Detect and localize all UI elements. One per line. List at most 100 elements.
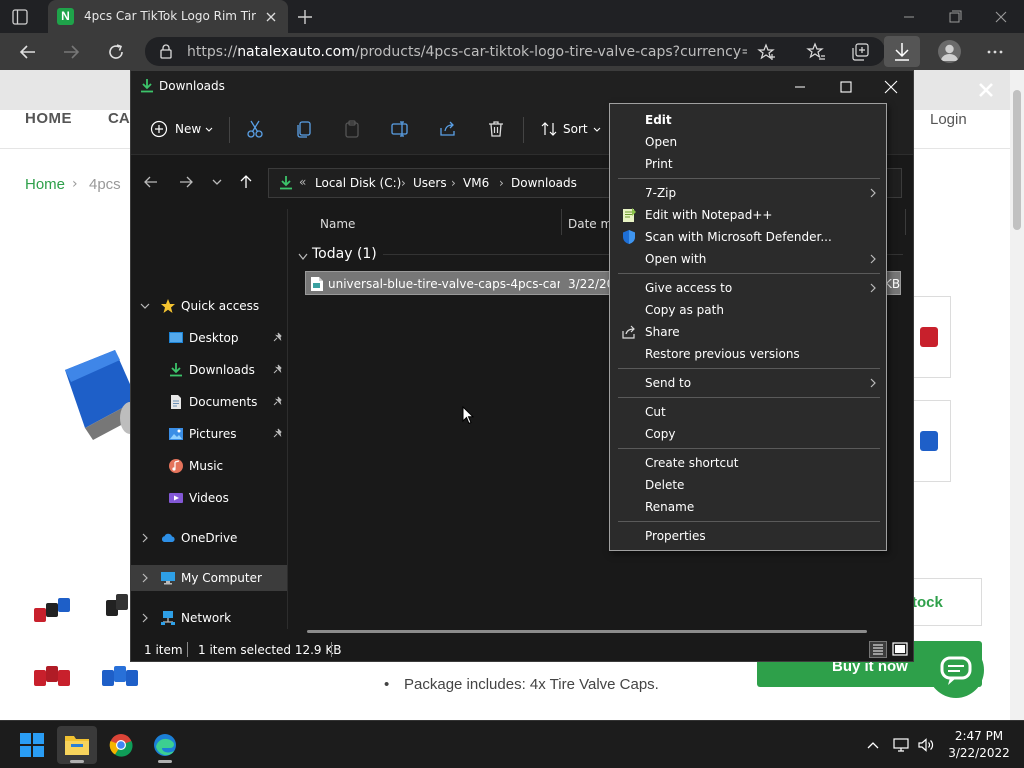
collections-icon[interactable] bbox=[849, 41, 871, 63]
menu-item-restore-versions[interactable]: Restore previous versions bbox=[611, 343, 885, 365]
pin-icon[interactable] bbox=[272, 332, 284, 344]
refresh-icon[interactable] bbox=[105, 41, 127, 63]
nav-documents[interactable]: Documents bbox=[131, 389, 287, 415]
rename-icon[interactable] bbox=[390, 119, 410, 139]
menu-item-send-to[interactable]: Send to bbox=[611, 372, 885, 394]
nav-pictures[interactable]: Pictures bbox=[131, 421, 287, 447]
network-tray-icon[interactable] bbox=[892, 736, 910, 754]
path-segment[interactable]: Local Disk (C:) bbox=[315, 176, 401, 190]
menu-item-share[interactable]: Share bbox=[611, 321, 885, 343]
menu-item-scan-defender[interactable]: Scan with Microsoft Defender... bbox=[611, 226, 885, 248]
path-segment[interactable]: Users bbox=[413, 176, 447, 190]
column-header-name[interactable]: Name bbox=[320, 217, 355, 231]
taskbar-chrome[interactable] bbox=[101, 726, 141, 764]
menu-item-7zip[interactable]: 7-Zip bbox=[611, 182, 885, 204]
menu-item-create-shortcut[interactable]: Create shortcut bbox=[611, 452, 885, 474]
explorer-minimize-icon[interactable] bbox=[791, 79, 809, 95]
site-nav-login[interactable]: Login bbox=[930, 111, 967, 128]
taskbar-edge[interactable] bbox=[145, 726, 185, 764]
add-favorite-icon[interactable] bbox=[757, 42, 777, 62]
nav-desktop[interactable]: Desktop bbox=[131, 325, 287, 351]
menu-item-cut[interactable]: Cut bbox=[611, 401, 885, 423]
column-divider[interactable] bbox=[561, 209, 562, 235]
menu-item-edit-notepadpp[interactable]: Edit with Notepad++ bbox=[611, 204, 885, 226]
nav-quick-access[interactable]: Quick access bbox=[131, 293, 287, 319]
menu-item-properties[interactable]: Properties bbox=[611, 525, 885, 547]
menu-item-delete[interactable]: Delete bbox=[611, 474, 885, 496]
tab-close-icon[interactable] bbox=[262, 8, 280, 26]
details-view-icon[interactable] bbox=[869, 641, 887, 658]
profile-avatar-icon[interactable] bbox=[938, 40, 961, 63]
address-bar[interactable]: https://natalexauto.com/products/4pcs-ca… bbox=[145, 37, 885, 66]
product-thumbnail[interactable] bbox=[32, 590, 72, 630]
expand-right-icon[interactable] bbox=[140, 533, 150, 543]
browser-tab-active[interactable]: N 4pcs Car TikTok Logo Rim Tire V... bbox=[48, 0, 288, 33]
browser-restore-icon[interactable] bbox=[944, 7, 966, 27]
menu-item-copy[interactable]: Copy bbox=[611, 423, 885, 445]
expand-right-icon[interactable] bbox=[140, 573, 150, 583]
site-nav-partial[interactable]: CA bbox=[108, 110, 130, 127]
product-thumbnail[interactable] bbox=[100, 656, 140, 696]
browser-minimize-icon[interactable] bbox=[898, 7, 920, 27]
share-icon[interactable] bbox=[438, 119, 458, 139]
copy-icon[interactable] bbox=[294, 119, 314, 139]
path-chevron-icon[interactable]: › bbox=[451, 176, 456, 190]
back-icon[interactable] bbox=[17, 41, 39, 63]
pin-icon[interactable] bbox=[272, 428, 284, 440]
nav-network[interactable]: Network bbox=[131, 605, 287, 631]
explorer-close-icon[interactable] bbox=[881, 77, 901, 97]
clock-date[interactable]: 3/22/2022 bbox=[944, 746, 1014, 760]
menu-item-give-access[interactable]: Give access to bbox=[611, 277, 885, 299]
breadcrumb-home[interactable]: Home bbox=[25, 176, 65, 193]
menu-item-edit[interactable]: Edit bbox=[611, 109, 885, 131]
cut-icon[interactable] bbox=[245, 119, 265, 139]
more-options-icon[interactable] bbox=[984, 41, 1006, 63]
thumbnail-view-icon[interactable] bbox=[891, 641, 909, 658]
chat-bubble-icon[interactable] bbox=[928, 642, 984, 698]
path-chevron-icon[interactable]: › bbox=[499, 176, 504, 190]
nav-downloads[interactable]: Downloads bbox=[131, 357, 287, 383]
site-nav-home[interactable]: HOME bbox=[25, 110, 72, 127]
product-thumbnail[interactable] bbox=[32, 656, 72, 696]
nav-music[interactable]: Music bbox=[131, 453, 287, 479]
favorites-icon[interactable] bbox=[805, 41, 827, 63]
explorer-maximize-icon[interactable] bbox=[837, 78, 855, 96]
browser-close-icon[interactable] bbox=[990, 7, 1012, 27]
menu-item-rename[interactable]: Rename bbox=[611, 496, 885, 518]
new-tab-icon[interactable] bbox=[295, 7, 315, 27]
page-scrollbar[interactable] bbox=[1010, 70, 1024, 720]
path-segment[interactable]: VM6 bbox=[463, 176, 489, 190]
pin-icon[interactable] bbox=[272, 396, 284, 408]
explorer-forward-icon[interactable] bbox=[177, 173, 195, 191]
lock-icon[interactable] bbox=[159, 44, 173, 59]
product-main-image[interactable] bbox=[45, 340, 140, 455]
expand-right-icon[interactable] bbox=[140, 613, 150, 623]
menu-item-print[interactable]: Print bbox=[611, 153, 885, 175]
downloads-button[interactable] bbox=[884, 36, 920, 67]
menu-item-open-with[interactable]: Open with bbox=[611, 248, 885, 270]
path-chevron-icon[interactable]: › bbox=[401, 176, 406, 190]
forward-icon[interactable] bbox=[60, 41, 82, 63]
sort-button[interactable]: Sort bbox=[535, 117, 605, 141]
nav-my-computer[interactable]: My Computer bbox=[131, 565, 287, 591]
explorer-back-icon[interactable] bbox=[142, 173, 160, 191]
path-segment[interactable]: Downloads bbox=[511, 176, 577, 190]
nav-videos[interactable]: Videos bbox=[131, 485, 287, 511]
tab-actions-icon[interactable] bbox=[10, 7, 30, 27]
expand-down-icon[interactable] bbox=[140, 301, 150, 311]
paste-icon[interactable] bbox=[342, 119, 362, 139]
taskbar-file-explorer[interactable] bbox=[57, 726, 97, 764]
new-button[interactable]: New bbox=[145, 117, 215, 141]
tray-overflow-icon[interactable] bbox=[864, 736, 882, 754]
column-divider[interactable] bbox=[905, 209, 906, 235]
up-folder-icon[interactable] bbox=[237, 173, 255, 191]
page-scrollbar-thumb[interactable] bbox=[1013, 90, 1021, 230]
start-button[interactable] bbox=[12, 726, 52, 764]
group-header[interactable]: Today (1) bbox=[312, 246, 377, 262]
group-collapse-icon[interactable] bbox=[298, 253, 308, 261]
explorer-title-bar[interactable]: Downloads bbox=[131, 71, 913, 103]
volume-icon[interactable] bbox=[917, 736, 935, 754]
clock-time[interactable]: 2:47 PM bbox=[944, 729, 1014, 743]
menu-item-copy-as-path[interactable]: Copy as path bbox=[611, 299, 885, 321]
url-text[interactable]: https://natalexauto.com/products/4pcs-ca… bbox=[187, 44, 747, 60]
